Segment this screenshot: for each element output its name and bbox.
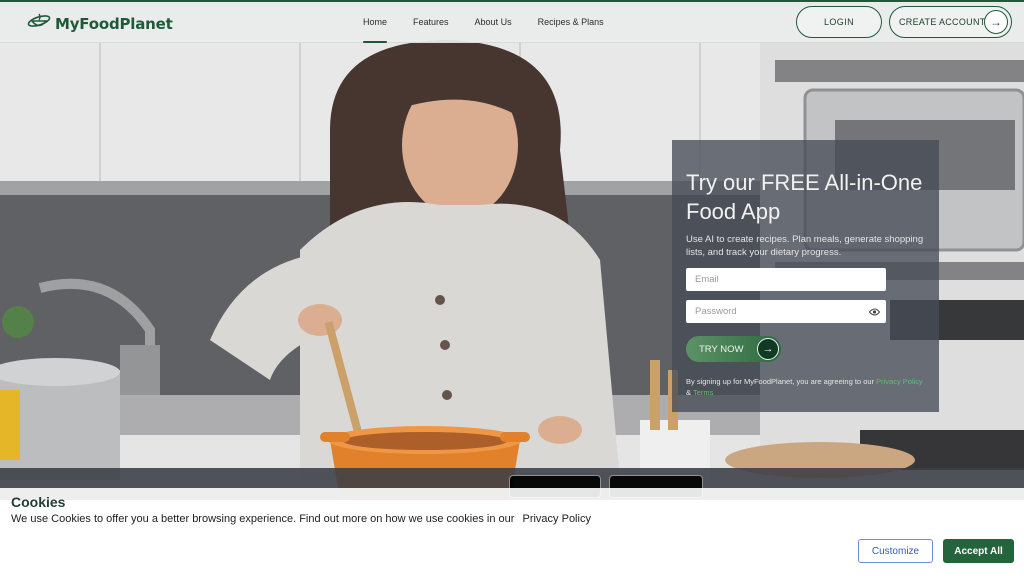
cookie-title: Cookies	[11, 494, 66, 510]
password-placeholder: Password	[695, 306, 737, 317]
cookie-message-text: We use Cookies to offer you a better bro…	[11, 513, 515, 525]
nav-link-about-us[interactable]: About Us	[475, 2, 512, 43]
arrow-right-icon: →	[984, 10, 1008, 34]
signup-description: Use AI to create recipes. Plan meals, ge…	[686, 234, 924, 258]
nav-link-home[interactable]: Home	[363, 2, 388, 43]
create-account-button[interactable]: CREATE ACCOUNT →	[889, 6, 1012, 38]
page: MyFoodPlanet Home Features About Us Reci…	[0, 0, 1024, 576]
main-nav: Home Features About Us Recipes & Plans	[350, 2, 617, 43]
try-now-button[interactable]: TRY NOW →	[686, 336, 781, 362]
signup-card: Try our FREE All-in-One Food App Use AI …	[672, 140, 939, 412]
legal-text: By signing up for MyFoodPlanet, you are …	[686, 376, 926, 398]
navbar: MyFoodPlanet Home Features About Us Reci…	[0, 2, 1024, 43]
email-placeholder: Email	[695, 274, 719, 285]
try-now-label: TRY NOW	[699, 343, 744, 355]
nav-link-recipes-plans[interactable]: Recipes & Plans	[538, 2, 604, 43]
legal-ampersand: &	[686, 388, 692, 397]
planet-bowl-logo-icon	[27, 11, 51, 36]
email-field[interactable]: Email	[686, 268, 886, 291]
create-account-label: CREATE ACCOUNT	[899, 17, 986, 27]
brand-name: MyFoodPlanet	[55, 14, 173, 33]
nav-link-features[interactable]: Features	[413, 2, 449, 43]
privacy-policy-link[interactable]: Privacy Policy	[876, 377, 923, 386]
password-field[interactable]: Password	[686, 300, 886, 323]
cookie-banner: Cookies We use Cookies to offer you a be…	[0, 488, 1024, 576]
login-button[interactable]: LOGIN	[796, 6, 882, 38]
terms-link[interactable]: Terms	[693, 388, 713, 397]
cookie-message: We use Cookies to offer you a better bro…	[11, 513, 591, 525]
legal-prefix: By signing up for MyFoodPlanet, you are …	[686, 377, 875, 386]
cookie-privacy-policy-link[interactable]: Privacy Policy	[522, 513, 590, 525]
customize-button[interactable]: Customize	[858, 539, 933, 563]
arrow-right-icon: →	[757, 338, 779, 360]
brand-logo[interactable]: MyFoodPlanet	[27, 11, 173, 36]
eye-icon[interactable]	[869, 306, 880, 317]
accept-all-button[interactable]: Accept All	[943, 539, 1014, 563]
signup-title: Try our FREE All-in-One Food App	[686, 170, 923, 224]
